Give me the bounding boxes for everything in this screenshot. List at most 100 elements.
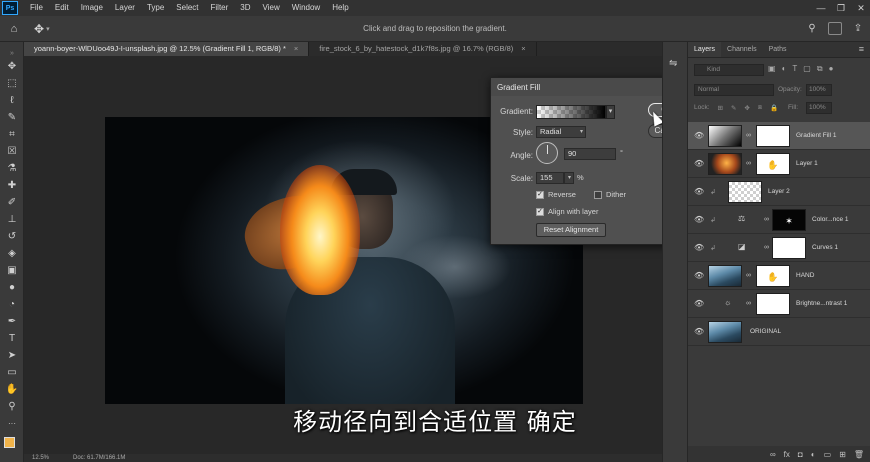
mask-link-icon[interactable]: ∞ — [764, 216, 769, 223]
doc-tab[interactable]: fire_stock_6_by_hatestock_d1k7f8s.jpg @ … — [309, 42, 537, 56]
new-layer-icon[interactable]: ⊞ — [839, 450, 846, 459]
group-icon[interactable]: ▭ — [824, 450, 832, 459]
mask-link-icon[interactable]: ∞ — [746, 272, 751, 279]
mask-icon[interactable]: ◘ — [798, 450, 803, 459]
layer-mask-thumbnail[interactable]: ✋ — [756, 153, 790, 175]
layer-row[interactable]: 👁 ↲ Layer 2 — [688, 178, 870, 206]
quick-select-tool-icon[interactable]: ✎ — [3, 110, 21, 124]
dither-checkbox-row[interactable]: Dither — [594, 190, 626, 199]
chevron-down-icon[interactable]: ▾ — [606, 105, 615, 119]
visibility-eye-icon[interactable]: 👁 — [694, 299, 704, 308]
close-tab-icon[interactable]: × — [294, 44, 298, 53]
smart-filter-icon[interactable]: ⧉ — [817, 64, 823, 74]
tab-channels[interactable]: Channels — [721, 42, 763, 57]
pen-tool-icon[interactable]: ✒ — [3, 314, 21, 328]
link-icon[interactable]: ∞ — [770, 450, 776, 459]
lock-paint-icon[interactable]: ✎ — [731, 104, 736, 112]
blur-tool-icon[interactable]: ● — [3, 280, 21, 294]
marquee-tool-icon[interactable]: ⬚ — [3, 76, 21, 90]
trash-icon[interactable]: 🗑 — [854, 450, 864, 459]
visibility-eye-icon[interactable]: 👁 — [694, 271, 704, 280]
mask-link-icon[interactable]: ∞ — [746, 160, 751, 167]
close-tab-icon[interactable]: × — [521, 44, 525, 53]
adjustment-icon[interactable]: ◐ — [811, 450, 816, 459]
close-window-icon[interactable]: ✕ — [856, 3, 866, 14]
layer-row[interactable]: 👁 ∞ Gradient Fill 1 — [688, 122, 870, 150]
history-brush-icon[interactable]: ↺ — [3, 229, 21, 243]
layer-mask-thumbnail[interactable]: ✋ — [756, 265, 790, 287]
layer-row[interactable]: 👁 ∞ ✋ HAND — [688, 262, 870, 290]
search-icon[interactable]: ⚲ — [804, 20, 820, 36]
align-checkbox-row[interactable]: ✓ Align with layer — [536, 207, 598, 216]
move-tool-icon[interactable]: ✥ — [3, 59, 21, 73]
menu-3d[interactable]: 3D — [234, 0, 256, 16]
reverse-checkbox[interactable]: ✓ — [536, 190, 544, 199]
layer-mask-thumbnail[interactable] — [772, 237, 806, 259]
gradient-tool-icon[interactable]: ▣ — [3, 263, 21, 277]
lock-all-icon[interactable]: 🔒 — [770, 104, 778, 112]
tab-paths[interactable]: Paths — [763, 42, 793, 57]
mask-link-icon[interactable]: ∞ — [746, 300, 751, 307]
shape-filter-icon[interactable]: ▢ — [803, 64, 811, 74]
angle-dial[interactable] — [536, 142, 558, 164]
home-icon[interactable]: ⌂ — [0, 16, 28, 42]
layer-row[interactable]: 👁 ↲ ◪ ∞ Curves 1 — [688, 234, 870, 262]
stamp-tool-icon[interactable]: ⊥ — [3, 212, 21, 226]
lock-position-icon[interactable]: ✥ — [744, 104, 749, 112]
gradient-picker-swatch[interactable] — [536, 105, 606, 119]
opacity-input[interactable]: 100% — [806, 84, 832, 96]
healing-tool-icon[interactable]: ✚ — [3, 178, 21, 192]
scale-input[interactable]: 155 — [536, 172, 564, 184]
tab-layers[interactable]: Layers — [688, 42, 722, 57]
layer-mask-thumbnail[interactable] — [756, 125, 790, 147]
layer-row[interactable]: 👁 ∞ ✋ Layer 1 — [688, 150, 870, 178]
dither-checkbox[interactable] — [594, 190, 602, 199]
scale-dropdown[interactable]: ▾ — [564, 172, 574, 184]
menu-help[interactable]: Help — [326, 0, 354, 16]
zoom-level[interactable]: 12.5% — [32, 454, 49, 462]
toolbar-collapse-icon[interactable]: » — [3, 46, 21, 60]
visibility-eye-icon[interactable]: 👁 — [694, 187, 704, 196]
visibility-eye-icon[interactable]: 👁 — [694, 131, 704, 140]
lock-pixels-icon[interactable]: ⊞ — [718, 104, 723, 112]
menu-filter[interactable]: Filter — [205, 0, 235, 16]
visibility-eye-icon[interactable]: 👁 — [694, 215, 704, 224]
eyedropper-tool-icon[interactable]: ⚗ — [3, 161, 21, 175]
minimize-icon[interactable]: — — [816, 3, 826, 13]
shape-tool-icon[interactable]: ▭ — [3, 365, 21, 379]
filter-toggle-icon[interactable]: ● — [829, 64, 834, 74]
layer-row[interactable]: 👁 ↲ ⚖ ∞ ✶ Color...nce 1 — [688, 206, 870, 234]
hand-tool-icon[interactable]: ✋ — [3, 382, 21, 396]
restore-icon[interactable]: ❐ — [836, 3, 846, 14]
blend-mode-select[interactable]: Normal — [694, 84, 774, 96]
layer-mask-thumbnail[interactable] — [756, 293, 790, 315]
panel-menu-icon[interactable]: ≡ — [859, 44, 864, 54]
menu-layer[interactable]: Layer — [109, 0, 141, 16]
crop-tool-icon[interactable]: ⌗ — [3, 127, 21, 141]
type-tool-icon[interactable]: T — [3, 331, 21, 345]
visibility-eye-icon[interactable]: 👁 — [694, 159, 704, 168]
visibility-eye-icon[interactable]: 👁 — [694, 243, 704, 252]
pixel-filter-icon[interactable]: ▣ — [768, 64, 776, 74]
layer-row[interactable]: 👁 ORIGINAL — [688, 318, 870, 346]
move-tool-preset-icon[interactable]: ✥ — [34, 22, 44, 36]
menu-view[interactable]: View — [257, 0, 286, 16]
mask-link-icon[interactable]: ∞ — [764, 244, 769, 251]
align-checkbox[interactable]: ✓ — [536, 207, 544, 216]
chevron-down-icon[interactable]: ▾ — [46, 25, 50, 33]
menu-file[interactable]: File — [24, 0, 49, 16]
adjustment-filter-icon[interactable]: ◐ — [782, 64, 787, 74]
menu-image[interactable]: Image — [75, 0, 109, 16]
brush-tool-icon[interactable]: ✐ — [3, 195, 21, 209]
menu-type[interactable]: Type — [141, 0, 170, 16]
angle-input[interactable]: 90 — [564, 148, 616, 160]
foreground-color-swatch[interactable] — [4, 437, 15, 448]
eraser-tool-icon[interactable]: ◈ — [3, 246, 21, 260]
visibility-eye-icon[interactable]: 👁 — [694, 327, 704, 336]
layer-row[interactable]: 👁 ☼ ∞ Brightne...ntrast 1 — [688, 290, 870, 318]
menu-window[interactable]: Window — [286, 0, 326, 16]
fill-input[interactable]: 100% — [806, 102, 832, 114]
properties-panel-icon[interactable]: ⇋ — [669, 58, 677, 69]
menu-select[interactable]: Select — [170, 0, 204, 16]
layer-mask-thumbnail[interactable]: ✶ — [772, 209, 806, 231]
